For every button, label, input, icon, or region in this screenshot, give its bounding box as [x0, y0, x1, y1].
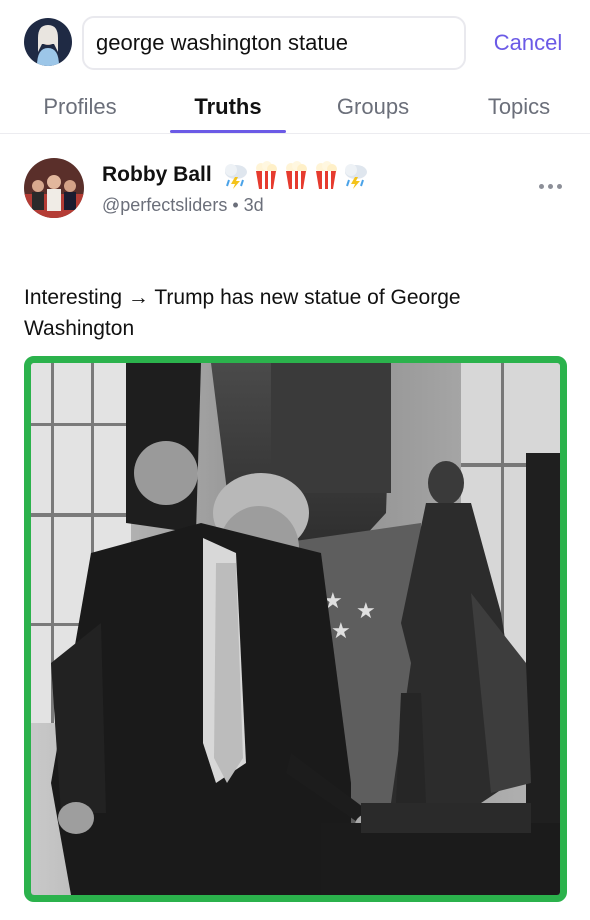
more-options-icon[interactable]: [530, 170, 570, 202]
author-handle-timestamp: @perfectsliders • 3d: [102, 195, 264, 215]
tab-topics[interactable]: Topics: [466, 86, 572, 134]
cloud-lightning-icon: [225, 164, 247, 189]
cancel-button[interactable]: Cancel: [480, 16, 576, 70]
search-header: Cancel: [0, 0, 590, 86]
user-avatar[interactable]: [24, 18, 72, 66]
popcorn-icon: [286, 161, 307, 189]
svg-text:★: ★: [356, 599, 376, 624]
tab-profiles[interactable]: Profiles: [24, 86, 136, 134]
popcorn-icon: [316, 161, 337, 189]
search-input[interactable]: [82, 16, 466, 70]
active-tab-indicator: [170, 130, 286, 133]
author-avatar[interactable]: [24, 158, 84, 218]
popcorn-icon: [256, 161, 277, 189]
tab-groups[interactable]: Groups: [318, 86, 428, 134]
search-tabs: Profiles Truths Groups Topics: [0, 86, 590, 134]
post-text: Interesting → Trump has new statue of Ge…: [24, 286, 461, 340]
photo-icon: ★ ★ ★: [31, 363, 560, 895]
tab-truths[interactable]: Truths: [170, 86, 286, 134]
author-name[interactable]: Robby Ball: [102, 163, 212, 187]
name-badges: [222, 160, 370, 192]
cloud-lightning-icon: [345, 164, 367, 189]
svg-text:★: ★: [331, 619, 351, 644]
post-media-photo[interactable]: ★ ★ ★: [24, 356, 567, 902]
